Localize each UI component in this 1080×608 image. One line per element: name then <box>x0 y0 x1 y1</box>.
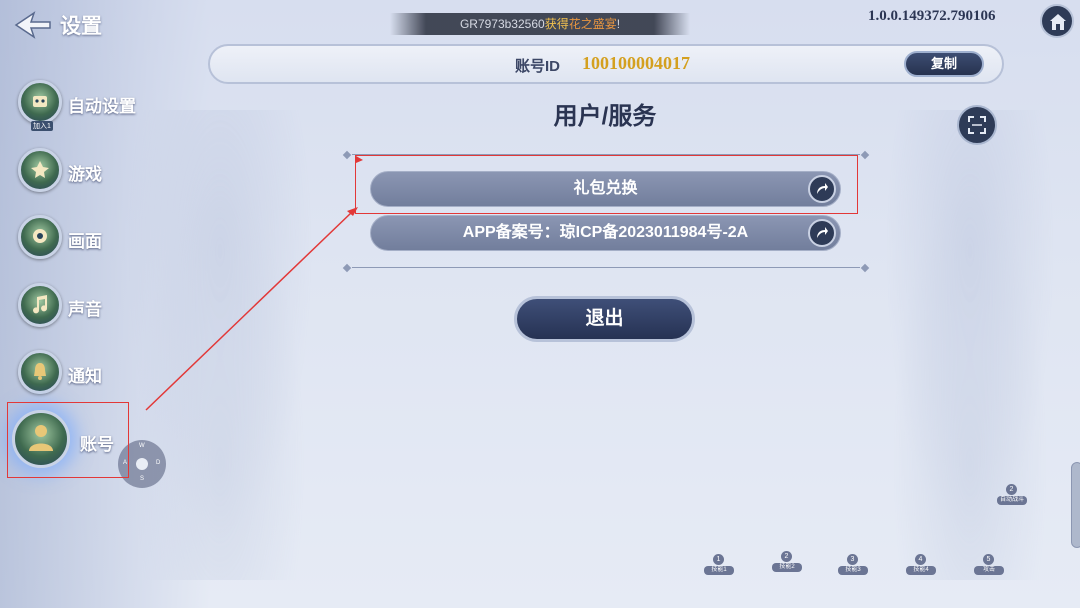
skill-marker-1[interactable]: 1 技能1 <box>704 554 734 580</box>
skill-marker-attack[interactable]: 5 攻击 <box>974 554 1004 580</box>
side-pull-tab[interactable] <box>1071 462 1080 548</box>
skill-marker-3[interactable]: 3 技能3 <box>838 554 868 580</box>
skill-marker-2[interactable]: 2 技能2 <box>772 551 802 577</box>
skill-marker-auto-battle[interactable]: 2 自动战斗 <box>997 484 1027 510</box>
skill-marker-4[interactable]: 4 技能4 <box>906 554 936 580</box>
annotation-arrow <box>145 156 363 411</box>
